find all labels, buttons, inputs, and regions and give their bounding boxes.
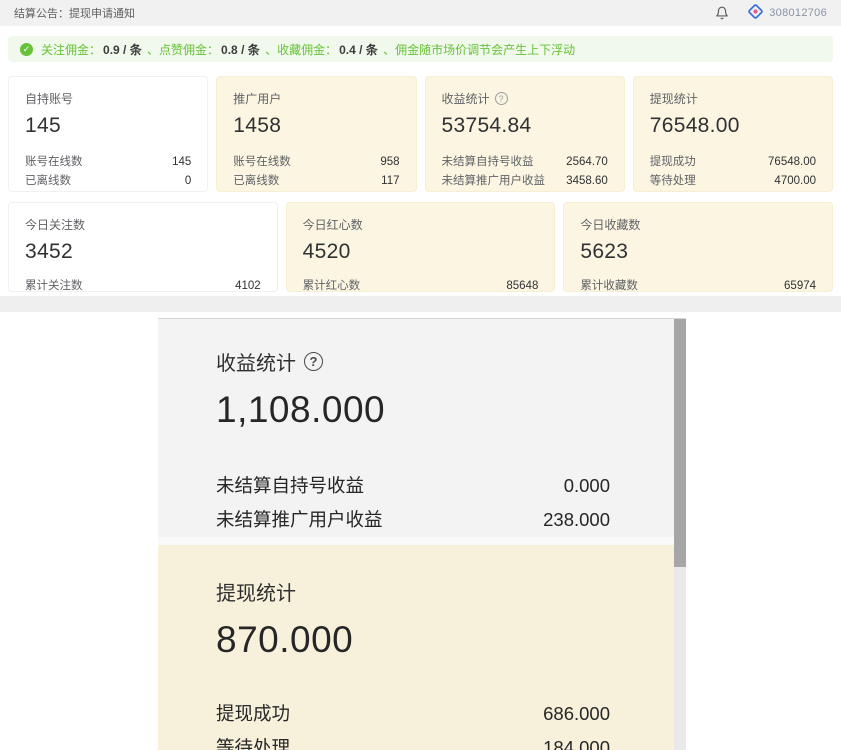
stat-card-self-accounts: 自持账号 145 账号在线数 145 已离线数 0	[8, 76, 208, 192]
row-value: 145	[172, 153, 191, 172]
commission-notice: ✓ 关注佣金：0.9 / 条 、点赞佣金：0.8 / 条 、收藏佣金：0.4 /…	[8, 36, 833, 62]
row-value: 4102	[235, 277, 261, 296]
card-value: 145	[25, 114, 191, 138]
notice-value: 0.8 / 条	[221, 41, 260, 58]
help-icon[interactable]: ?	[495, 92, 508, 105]
stat-card-favorites-today: 今日收藏数 5623 累计收藏数65974	[563, 202, 833, 292]
stat-card-promo-users: 推广用户 1458 账号在线数 958 已离线数 117	[216, 76, 416, 192]
row-label: 已离线数	[25, 172, 71, 191]
row-value: 238.000	[543, 503, 610, 537]
card-value: 53754.84	[442, 114, 608, 138]
bell-icon[interactable]	[715, 6, 729, 20]
card-title: 提现统计	[650, 90, 698, 107]
card-value: 5623	[580, 240, 816, 264]
row-label: 累计关注数	[25, 277, 83, 296]
user-id: 308012706	[769, 7, 827, 19]
card-title: 今日关注数	[25, 216, 85, 233]
topbar: 结算公告：提现申请通知 308012706	[0, 0, 841, 26]
card-title: 今日收藏数	[580, 216, 640, 233]
notice-label: 关注佣金：	[41, 41, 101, 58]
scrollbar[interactable]	[674, 319, 686, 750]
card-title: 提现统计	[216, 577, 296, 606]
row-label: 已离线数	[233, 172, 279, 191]
card-title: 推广用户	[233, 90, 281, 107]
notice-label: 、点赞佣金：	[144, 41, 219, 58]
card-value: 3452	[25, 240, 261, 264]
row-label: 未结算推广用户收益	[216, 503, 383, 537]
card-title: 收益统计	[216, 347, 296, 376]
card-value: 1458	[233, 114, 399, 138]
stats-row-1: 自持账号 145 账号在线数 145 已离线数 0 推广用户 1458 账号在线数 9…	[0, 76, 841, 192]
card-value: 870.000	[216, 619, 610, 661]
scrollbar-thumb[interactable]	[674, 319, 686, 567]
stat-card-withdraw: 提现统计 76548.00 提现成功 76548.00 等待处理 4700.00	[633, 76, 833, 192]
row-value: 184.000	[543, 731, 610, 750]
row-label: 累计收藏数	[580, 277, 638, 296]
row-value: 117	[381, 172, 399, 191]
row-value: 0.000	[564, 469, 610, 503]
row-label: 等待处理	[216, 731, 290, 750]
success-icon: ✓	[20, 43, 33, 56]
row-label: 未结算自持号收益	[216, 469, 364, 503]
stat-card-hearts-today: 今日红心数 4520 累计红心数85648	[286, 202, 556, 292]
stat-card-follows-today: 今日关注数 3452 累计关注数4102	[8, 202, 278, 292]
row-label: 累计红心数	[303, 277, 361, 296]
row-label: 提现成功	[216, 697, 290, 731]
row-label: 账号在线数	[25, 153, 83, 172]
notice-value: 0.9 / 条	[103, 41, 142, 58]
row-label: 提现成功	[650, 153, 696, 172]
card-title: 今日红心数	[303, 216, 363, 233]
row-label: 等待处理	[650, 172, 696, 191]
help-icon[interactable]: ?	[304, 352, 323, 371]
row-value: 3458.60	[566, 172, 608, 191]
notice-value: 0.4 / 条	[339, 41, 378, 58]
mobile-withdraw-card: 提现统计 870.000 提现成功 686.000 等待处理 184.000	[158, 545, 686, 750]
row-value: 4700.00	[774, 172, 816, 191]
card-value: 4520	[303, 240, 539, 264]
card-value: 76548.00	[650, 114, 816, 138]
row-value: 686.000	[543, 697, 610, 731]
stat-card-income: 收益统计? 53754.84 未结算自持号收益 2564.70 未结算推广用户收益…	[425, 76, 625, 192]
card-title: 自持账号	[25, 90, 73, 107]
row-value: 2564.70	[566, 153, 608, 172]
app-logo-icon	[747, 3, 764, 23]
row-label: 未结算自持号收益	[442, 153, 534, 172]
mobile-screenshot-panel: 收益统计? 1,108.000 未结算自持号收益 0.000 未结算推广用户收益 2…	[158, 318, 686, 750]
notice-label: 、佣金随市场价调节会产生上下浮动	[380, 41, 575, 58]
row-label: 未结算推广用户收益	[442, 172, 546, 191]
card-value: 1,108.000	[216, 389, 610, 431]
row-value: 958	[380, 153, 399, 172]
row-value: 65974	[784, 277, 816, 296]
stats-row-2: 今日关注数 3452 累计关注数4102 今日红心数 4520 累计红心数856…	[0, 202, 841, 292]
row-value: 76548.00	[768, 153, 816, 172]
announcement-text: 结算公告：提现申请通知	[14, 5, 135, 21]
row-value: 85648	[506, 277, 538, 296]
page-divider	[0, 296, 841, 312]
mobile-income-card: 收益统计? 1,108.000 未结算自持号收益 0.000 未结算推广用户收益 2…	[158, 319, 686, 537]
row-label: 账号在线数	[233, 153, 291, 172]
card-title: 收益统计	[442, 90, 490, 107]
row-value: 0	[185, 172, 191, 191]
notice-label: 、收藏佣金：	[262, 41, 337, 58]
